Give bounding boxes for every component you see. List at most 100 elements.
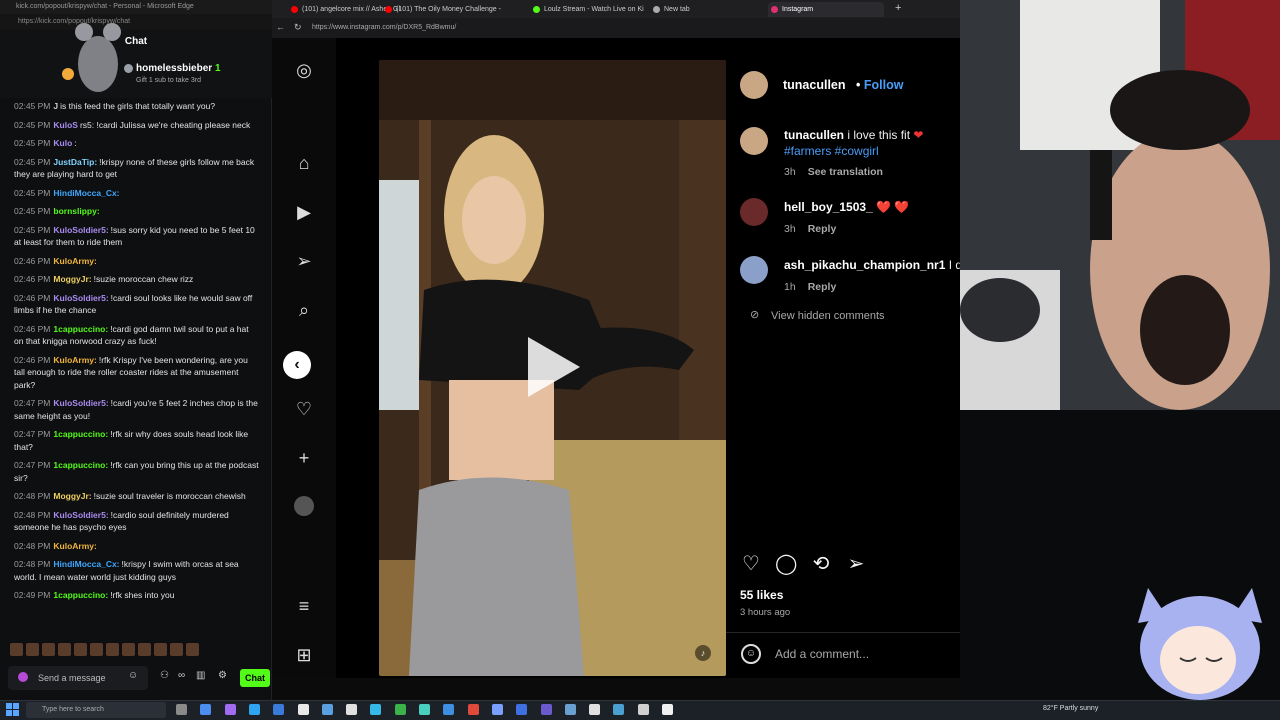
taskbar-app-icon[interactable] <box>273 704 285 715</box>
share-icon[interactable]: ➢ <box>845 553 867 575</box>
weather-widget[interactable]: 82°F Partly sunny <box>1043 705 1098 712</box>
menu-icon[interactable]: ≡ <box>293 595 315 617</box>
taskbar-app-icon[interactable] <box>200 704 212 715</box>
taskbar-app-icon[interactable] <box>589 704 601 715</box>
emote-icon[interactable] <box>26 643 39 656</box>
taskbar-app-icon[interactable] <box>394 704 406 715</box>
message-username[interactable]: KuloSoldier5: <box>53 510 108 520</box>
direct-message-icon[interactable]: ➢ <box>293 250 315 272</box>
chat-message-list[interactable]: 02:45 PM Jis this feed the girls that tot… <box>0 100 268 640</box>
tab-instagram[interactable]: Instagram <box>768 2 884 17</box>
taskbar-app-icon[interactable] <box>637 704 649 715</box>
message-username[interactable]: HindiMocca_Cx: <box>53 188 119 198</box>
chat-message[interactable]: 02:48 PM KuloSoldier5: !cardio soul defini… <box>14 509 260 534</box>
message-username[interactable]: KuloSoldier5: <box>53 398 108 408</box>
taskbar-app-icon[interactable] <box>248 704 260 715</box>
add-comment-input[interactable]: Add a comment... <box>775 647 869 661</box>
taskbar-app-icon[interactable] <box>540 704 552 715</box>
chat-message[interactable]: 02:46 PM KuloArmy: <box>14 255 260 268</box>
chat-message[interactable]: 02:45 PM KuloS rs5: !cardi Julissa we're c… <box>14 119 260 132</box>
taskbar-app-icon[interactable] <box>564 704 576 715</box>
message-username[interactable]: MoggyJr: <box>53 274 91 284</box>
reels-icon[interactable]: ▶ <box>293 201 315 223</box>
mic-icon[interactable] <box>18 672 28 682</box>
chat-message[interactable]: 02:46 PM 1cappuccino: !cardi god damn twil… <box>14 323 260 348</box>
like-icon[interactable]: ♡ <box>740 553 762 575</box>
refresh-icon[interactable]: ↻ <box>294 22 302 33</box>
chat-message[interactable]: 02:45 PM HindiMocca_Cx: <box>14 187 260 200</box>
home-icon[interactable]: ⌂ <box>293 152 315 174</box>
instagram-logo-icon[interactable]: ◎ <box>293 59 315 81</box>
chat-message[interactable]: 02:45 PM bornslippy: <box>14 205 260 218</box>
message-username[interactable]: Kulo <box>53 138 72 148</box>
infinity-icon[interactable]: ∞ <box>178 671 188 681</box>
emote-icon[interactable] <box>58 643 71 656</box>
taskbar-app-icon[interactable] <box>297 704 309 715</box>
emote-icon[interactable] <box>106 643 119 656</box>
emote-icon[interactable] <box>10 643 23 656</box>
caption-avatar[interactable] <box>740 127 768 155</box>
taskbar-app-icon[interactable] <box>491 704 503 715</box>
back-arrow-icon[interactable]: ← <box>276 22 285 32</box>
tab-youtube[interactable]: (101) The Oily Money Challenge - <box>382 2 524 17</box>
chat-message[interactable]: 02:48 PM MoggyJr: !suzie soul traveler is … <box>14 490 260 503</box>
message-username[interactable]: KuloArmy: <box>53 355 96 365</box>
message-username[interactable]: 1cappuccino: <box>53 324 108 334</box>
message-username[interactable]: 1cappuccino: <box>53 460 108 470</box>
taskbar-app-icon[interactable] <box>662 704 673 715</box>
taskbar-app-icon[interactable] <box>224 704 236 715</box>
chat-message[interactable]: 02:49 PM 1cappuccino: !rfk shes into you <box>14 589 260 602</box>
windows-start-icon[interactable] <box>6 703 19 716</box>
chat-message[interactable]: 02:46 PM KuloArmy: !rfk Krispy I've been w… <box>14 354 260 392</box>
url-text[interactable]: https://www.instagram.com/p/DXR5_RdBwmu/ <box>312 24 456 31</box>
taskbar-app-icon[interactable] <box>419 704 430 715</box>
emote-icon[interactable] <box>138 643 151 656</box>
chat-window-url[interactable]: https://kick.com/popout/krispyw/chat <box>0 14 272 30</box>
chat-message-input[interactable]: Send a message <box>8 666 148 690</box>
create-icon[interactable]: + <box>293 447 315 469</box>
taskbar-search-input[interactable]: Type here to search <box>26 702 166 718</box>
caption-username[interactable]: tunacullen <box>784 128 844 142</box>
caption-hashtags[interactable]: #farmers #cowgirl <box>784 144 879 158</box>
chat-message[interactable]: 02:48 PM KuloArmy: <box>14 540 260 553</box>
chat-message[interactable]: 02:45 PM Jis this feed the girls that tot… <box>14 100 260 113</box>
chat-message[interactable]: 02:45 PM KuloSoldier5: !sus sorry kid you … <box>14 224 260 249</box>
chat-message[interactable]: 02:45 PM JustDaTip: !krispy none of these … <box>14 156 260 181</box>
emote-icon[interactable] <box>170 643 183 656</box>
gear-icon[interactable]: ⚙ <box>218 671 228 681</box>
message-username[interactable]: 1cappuccino: <box>53 429 108 439</box>
message-username[interactable]: JustDaTip: <box>53 157 97 167</box>
emote-icon[interactable] <box>154 643 167 656</box>
chat-message[interactable]: 02:45 PM Kulo: <box>14 137 260 150</box>
message-username[interactable]: HindiMocca_Cx: <box>53 559 119 569</box>
chat-message[interactable]: 02:46 PM KuloSoldier5: !cardi soul looks l… <box>14 292 260 317</box>
tab-page[interactable]: New tab <box>650 2 758 17</box>
comment-avatar[interactable] <box>740 256 768 284</box>
play-icon[interactable] <box>528 337 580 397</box>
emoji-icon[interactable]: ☺ <box>741 644 761 664</box>
message-username[interactable]: bornslippy: <box>53 206 99 216</box>
heart-icon[interactable]: ♡ <box>293 398 315 420</box>
chat-send-button[interactable]: Chat <box>240 669 270 687</box>
taskbar-app-icon[interactable] <box>613 704 625 715</box>
repost-icon[interactable]: ⟲ <box>810 553 832 575</box>
message-username[interactable]: 1cappuccino: <box>53 590 108 600</box>
emote-icon[interactable] <box>186 643 199 656</box>
comment-username[interactable]: ash_pikachu_champion_nr1 <box>784 258 945 272</box>
taskbar-app-icon[interactable] <box>321 704 333 715</box>
store-icon[interactable]: ▥ <box>196 671 206 681</box>
taskbar-app-icon[interactable] <box>516 704 528 715</box>
message-username[interactable]: KuloSoldier5: <box>53 293 108 303</box>
mute-icon[interactable]: ♪ <box>695 645 711 661</box>
message-username[interactable]: KuloS <box>53 120 78 130</box>
new-tab-button[interactable]: + <box>895 2 901 14</box>
gift-sub-text[interactable]: Gift 1 sub to take 3rd <box>136 77 201 84</box>
likes-count[interactable]: 55 likes <box>740 588 783 602</box>
search-icon[interactable]: ⌕ <box>293 299 315 321</box>
emote-icon[interactable] <box>74 643 87 656</box>
taskbar-app-icon[interactable] <box>467 704 479 715</box>
taskbar-app-icon[interactable] <box>176 704 187 715</box>
previous-post-button[interactable]: ‹ <box>283 351 311 379</box>
chat-message[interactable]: 02:47 PM 1cappuccino: !rfk sir why does so… <box>14 428 260 453</box>
taskbar-app-icon[interactable] <box>443 704 455 715</box>
